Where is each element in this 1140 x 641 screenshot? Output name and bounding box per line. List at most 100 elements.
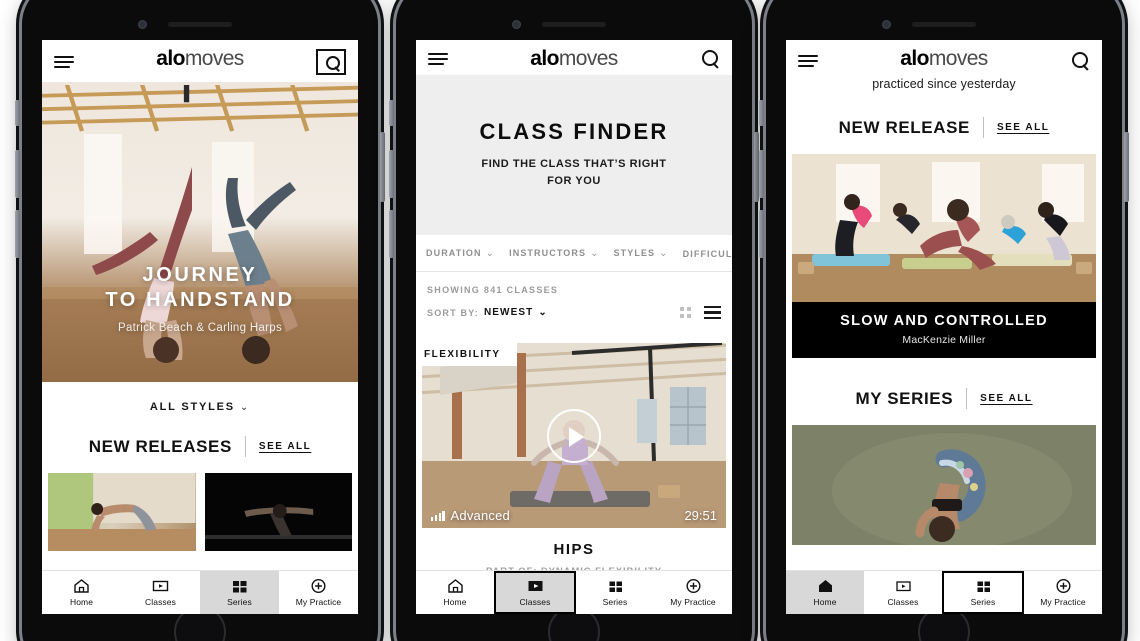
phone1-screen: alomoves JOURNEY TO HANDSTAND Patrick Be… — [42, 40, 358, 614]
tab-series[interactable]: Series — [942, 571, 1024, 614]
release-tile-1[interactable] — [48, 473, 196, 551]
tab-home[interactable]: Home — [786, 571, 864, 614]
sort-by-value[interactable]: NEWEST — [484, 307, 533, 318]
tab-series[interactable]: Series — [200, 571, 279, 614]
my-series-card[interactable] — [792, 425, 1096, 545]
phone2-screen: alomoves CLASS FINDER FIND THE CLASS THA… — [416, 40, 732, 614]
search-icon[interactable] — [701, 49, 720, 68]
class-title: HIPS — [553, 541, 595, 559]
filter-styles[interactable]: STYLES ⌄ — [614, 248, 669, 259]
filter-instructors[interactable]: INSTRUCTORS ⌄ — [509, 248, 599, 259]
hero-title-line2: TO HANDSTAND — [105, 289, 295, 312]
tab-classes[interactable]: Classes — [121, 571, 200, 614]
class-video-thumbnail[interactable]: Advanced 29:51 — [422, 343, 726, 529]
hero-title-line1: JOURNEY — [142, 264, 258, 287]
chevron-down-icon[interactable]: ⌄ — [538, 307, 546, 318]
phone-mockup-3: alomoves practiced since yesterday NEW R… — [759, 0, 1129, 641]
plus-circle-icon — [309, 578, 328, 594]
volume-down-button[interactable] — [15, 210, 20, 258]
divider — [966, 388, 968, 409]
header-tagline: practiced since yesterday — [872, 77, 1016, 91]
earpiece-speaker — [168, 22, 232, 27]
volume-up-button[interactable] — [759, 150, 764, 198]
play-rect-icon — [151, 578, 170, 594]
see-all-link[interactable]: SEE ALL — [259, 441, 311, 452]
release-tile-2[interactable] — [204, 473, 352, 551]
filter-duration[interactable]: DURATION ⌄ — [426, 248, 495, 259]
brand-alo: alo — [156, 47, 185, 70]
front-camera-icon — [512, 20, 521, 29]
plus-circle-icon — [1054, 578, 1073, 594]
play-button[interactable] — [547, 408, 601, 463]
sort-by-label: SORT BY: — [427, 307, 479, 318]
screenshot-stage: alomoves JOURNEY TO HANDSTAND Patrick Be… — [0, 0, 1140, 641]
filter-difficulty[interactable]: DIFFICULTY — [683, 249, 732, 259]
hero-instructors: Patrick Beach & Carling Harps — [117, 322, 282, 334]
new-release-card[interactable]: SLOW AND CONTROLLED MacKenzie Miller — [792, 154, 1096, 358]
power-button[interactable] — [380, 132, 385, 202]
release-instructor: MacKenzie Miller — [902, 334, 986, 346]
brand-moves: moves — [184, 47, 244, 70]
phone1-app-header: alomoves — [42, 40, 358, 82]
tab-label: Classes — [887, 597, 919, 607]
view-toggle-group — [680, 306, 721, 320]
chevron-down-icon: ⌄ — [485, 248, 496, 259]
phone3-tab-bar: Home Classes Series My Practice — [786, 570, 1102, 614]
phone-mockup-2: alomoves CLASS FINDER FIND THE CLASS THA… — [389, 0, 759, 641]
mute-switch[interactable] — [389, 100, 394, 126]
tab-label: My Practice — [670, 597, 716, 607]
power-button[interactable] — [1124, 132, 1129, 202]
list-view-icon[interactable] — [704, 306, 721, 320]
warrior-pose-photo — [204, 473, 352, 551]
tab-home[interactable]: Home — [416, 571, 494, 614]
brand-logo: alomoves — [42, 48, 358, 69]
class-card[interactable]: FLEXIBILITY Advanced 29:51 HIPS — [416, 343, 732, 577]
brand-logo: alomoves — [416, 48, 732, 69]
tab-my-practice[interactable]: My Practice — [1024, 571, 1102, 614]
handstand-figures-photo — [42, 134, 358, 382]
brand-alo: alo — [900, 47, 929, 70]
tab-my-practice[interactable]: My Practice — [279, 571, 358, 614]
video-meta: Advanced 29:51 — [422, 508, 726, 523]
chevron-down-icon: ⌄ — [239, 402, 251, 413]
grid-icon — [606, 578, 625, 594]
tab-home[interactable]: Home — [42, 571, 121, 614]
plus-circle-icon — [684, 578, 703, 594]
tab-classes[interactable]: Classes — [494, 571, 576, 614]
volume-up-button[interactable] — [389, 150, 394, 198]
search-icon[interactable] — [316, 49, 346, 75]
volume-up-button[interactable] — [15, 150, 20, 198]
play-rect-icon — [526, 578, 545, 594]
search-icon[interactable] — [1071, 51, 1090, 70]
hero-caption: JOURNEY TO HANDSTAND Patrick Beach & Car… — [42, 263, 358, 334]
volume-down-button[interactable] — [389, 210, 394, 258]
sort-row: SORT BY: NEWEST ⌄ — [416, 295, 732, 329]
hamburger-menu-icon[interactable] — [428, 52, 448, 65]
divider — [244, 436, 246, 457]
plank-pose-photo — [48, 473, 196, 551]
grid-view-icon[interactable] — [680, 307, 691, 319]
hamburger-menu-icon[interactable] — [54, 56, 74, 68]
mute-switch[interactable] — [759, 100, 764, 126]
phone3-app-header: alomoves — [786, 40, 1102, 74]
home-icon — [72, 578, 91, 594]
mute-switch[interactable] — [15, 100, 20, 126]
all-styles-filter[interactable]: ALL STYLES ⌄ — [42, 382, 358, 430]
tab-label: Series — [970, 597, 996, 607]
volume-down-button[interactable] — [759, 210, 764, 258]
see-all-link[interactable]: SEE ALL — [997, 122, 1049, 133]
brand-moves: moves — [558, 47, 618, 70]
earpiece-speaker — [912, 22, 976, 27]
see-all-link[interactable]: SEE ALL — [980, 393, 1032, 404]
chevron-down-icon: ⌄ — [590, 248, 600, 259]
tab-my-practice[interactable]: My Practice — [654, 571, 732, 614]
hero-banner[interactable]: JOURNEY TO HANDSTAND Patrick Beach & Car… — [42, 82, 358, 382]
my-series-section-header: MY SERIES SEE ALL — [786, 358, 1102, 425]
divider — [982, 117, 984, 138]
brand-moves: moves — [928, 47, 988, 70]
filter-label: DURATION — [426, 248, 482, 258]
class-level: Advanced — [450, 508, 510, 524]
hamburger-menu-icon[interactable] — [798, 54, 818, 67]
tab-classes[interactable]: Classes — [864, 571, 942, 614]
tab-series[interactable]: Series — [576, 571, 654, 614]
